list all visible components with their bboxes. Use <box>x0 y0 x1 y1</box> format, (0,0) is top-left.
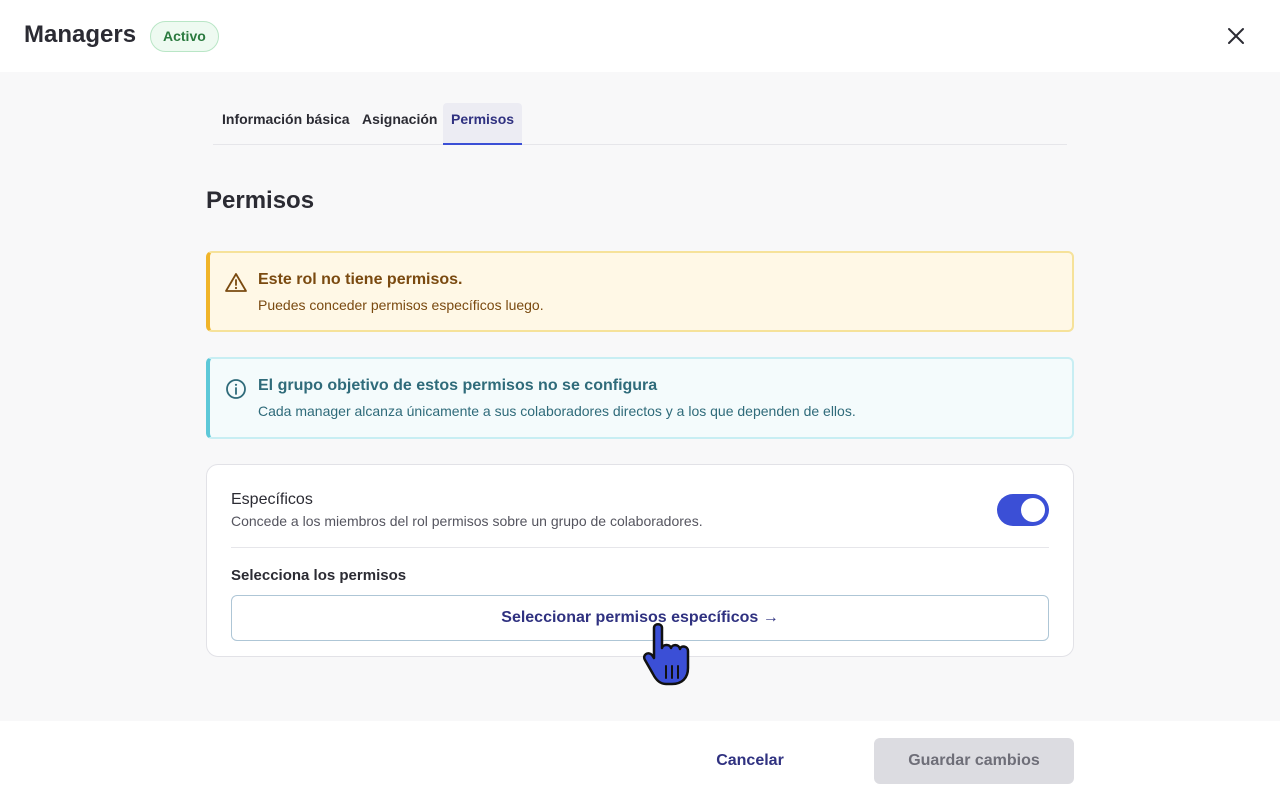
modal-footer: Cancelar Guardar cambios <box>0 721 1280 800</box>
select-permissions-label: Selecciona los permisos <box>231 567 407 584</box>
info-alert-title: El grupo objetivo de estos permisos no s… <box>258 377 658 394</box>
tab-permisos[interactable]: Permisos <box>443 103 523 145</box>
select-specific-permissions-button[interactable]: Seleccionar permisos específicos → <box>231 595 1049 641</box>
save-changes-button[interactable]: Guardar cambios <box>874 738 1074 784</box>
info-circle-icon <box>226 379 246 399</box>
tab-bar: Información básica Asignación Permisos <box>213 103 1067 145</box>
info-alert: El grupo objetivo de estos permisos no s… <box>206 357 1074 439</box>
warning-alert-text: Puedes conceder permisos específicos lue… <box>258 297 544 313</box>
specific-permissions-card: Específicos Concede a los miembros del r… <box>206 464 1074 657</box>
divider <box>231 547 1049 548</box>
info-alert-text: Cada manager alcanza únicamente a sus co… <box>258 403 856 419</box>
cancel-button[interactable]: Cancelar <box>680 738 820 784</box>
toggle-knob <box>1021 498 1045 522</box>
close-icon <box>1228 28 1244 44</box>
warning-alert-title: Este rol no tiene permisos. <box>258 271 463 288</box>
specific-title: Específicos <box>231 491 313 508</box>
section-title: Permisos <box>206 187 315 214</box>
tab-asignacion[interactable]: Asignación <box>354 103 445 144</box>
warning-alert: Este rol no tiene permisos. Puedes conce… <box>206 251 1074 332</box>
tab-informacion-basica[interactable]: Información básica <box>214 103 358 144</box>
status-badge: Activo <box>150 21 219 52</box>
page-title: Managers <box>24 21 137 48</box>
warning-triangle-icon <box>225 273 247 292</box>
specific-description: Concede a los miembros del rol permisos … <box>231 513 703 529</box>
modal-header: Managers Activo <box>0 0 1280 72</box>
close-button[interactable] <box>1222 22 1250 50</box>
specific-toggle[interactable] <box>997 494 1049 526</box>
